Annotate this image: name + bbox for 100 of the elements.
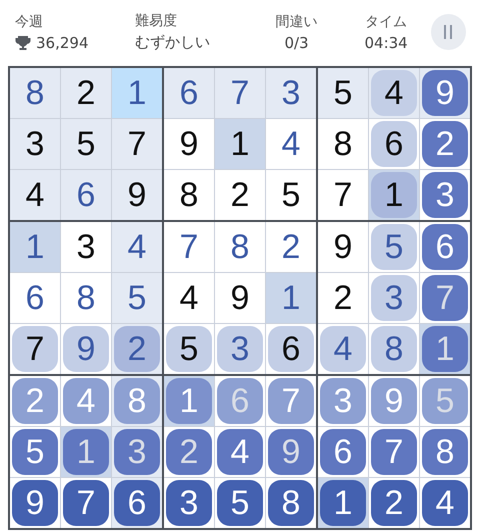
grid-cell[interactable]: 4 xyxy=(10,170,60,220)
grid-cell[interactable]: 4 xyxy=(112,222,162,272)
grid-cell[interactable]: 9 xyxy=(318,222,368,272)
grid-cell[interactable]: 2 xyxy=(420,119,470,169)
cell-digit: 3 xyxy=(282,76,300,110)
pause-button[interactable] xyxy=(430,14,466,50)
grid-cell[interactable]: 1 xyxy=(112,68,162,118)
cell-digit: 2 xyxy=(180,435,198,469)
grid-cell[interactable]: 4 xyxy=(164,273,214,323)
grid-cell[interactable]: 7 xyxy=(10,324,60,374)
grid-cell[interactable]: 5 xyxy=(369,222,419,272)
cell-digit: 7 xyxy=(230,76,250,110)
cell-digit: 8 xyxy=(76,281,96,315)
grid-cell[interactable]: 3 xyxy=(164,478,214,528)
cell-digit: 8 xyxy=(334,127,352,161)
grid-cell[interactable]: 6 xyxy=(164,68,214,118)
grid-cell[interactable]: 2 xyxy=(318,273,368,323)
cell-digit: 4 xyxy=(180,281,198,315)
grid-cell[interactable]: 9 xyxy=(266,427,316,477)
grid-cell[interactable]: 6 xyxy=(266,324,316,374)
grid-cell[interactable]: 1 xyxy=(318,478,368,528)
grid-cell[interactable]: 4 xyxy=(318,324,368,374)
grid-cell[interactable]: 2 xyxy=(61,68,111,118)
grid-cell[interactable]: 5 xyxy=(164,324,214,374)
grid-cell[interactable]: 6 xyxy=(318,427,368,477)
grid-cell[interactable]: 6 xyxy=(61,170,111,220)
grid-cell[interactable]: 9 xyxy=(420,68,470,118)
stat-value: 0/3 xyxy=(284,34,309,52)
cell-digit: 1 xyxy=(128,76,146,110)
grid-cell[interactable]: 6 xyxy=(420,222,470,272)
grid-cell[interactable]: 7 xyxy=(215,68,265,118)
grid-cell[interactable]: 9 xyxy=(61,324,111,374)
grid-cell[interactable]: 1 xyxy=(10,222,60,272)
grid-cell[interactable]: 3 xyxy=(266,68,316,118)
cell-digit: 7 xyxy=(436,281,454,315)
grid-cell[interactable]: 5 xyxy=(266,170,316,220)
cell-digit: 9 xyxy=(26,486,44,520)
grid-cell[interactable]: 1 xyxy=(266,273,316,323)
cell-digit: 3 xyxy=(26,127,44,161)
cell-digit: 2 xyxy=(436,127,454,161)
cell-digit: 3 xyxy=(384,281,404,315)
cell-digit: 1 xyxy=(180,384,198,418)
grid-cell[interactable]: 3 xyxy=(215,324,265,374)
grid-cell[interactable]: 5 xyxy=(10,427,60,477)
grid-cell[interactable]: 4 xyxy=(369,68,419,118)
cell-digit: 2 xyxy=(384,486,404,520)
grid-cell[interactable]: 4 xyxy=(420,478,470,528)
grid-cell[interactable]: 9 xyxy=(164,119,214,169)
grid-cell[interactable]: 7 xyxy=(61,478,111,528)
grid-cell[interactable]: 8 xyxy=(215,222,265,272)
grid-cell[interactable]: 8 xyxy=(61,273,111,323)
grid-cell[interactable]: 2 xyxy=(369,478,419,528)
cell-digit: 9 xyxy=(436,76,454,110)
grid-cell[interactable]: 9 xyxy=(215,273,265,323)
grid-cell[interactable]: 7 xyxy=(164,222,214,272)
grid-cell[interactable]: 8 xyxy=(10,68,60,118)
grid-cell[interactable]: 8 xyxy=(164,170,214,220)
cell-digit: 1 xyxy=(384,178,404,212)
cell-digit: 9 xyxy=(128,178,146,212)
cell-digit: 5 xyxy=(384,230,404,264)
grid-cell[interactable]: 6 xyxy=(10,273,60,323)
grid-cell[interactable]: 3 xyxy=(420,170,470,220)
grid-cell[interactable]: 8 xyxy=(369,324,419,374)
grid-cell[interactable]: 3 xyxy=(10,119,60,169)
grid-cell[interactable]: 6 xyxy=(369,119,419,169)
grid-cell[interactable]: 3 xyxy=(112,427,162,477)
grid-cell[interactable]: 2 xyxy=(112,324,162,374)
cell-digit: 2 xyxy=(230,178,250,212)
cell-digit: 9 xyxy=(334,230,352,264)
grid-cell[interactable]: 7 xyxy=(318,170,368,220)
grid-cell[interactable]: 2 xyxy=(266,222,316,272)
grid-cell[interactable]: 2 xyxy=(164,427,214,477)
grid-cell[interactable]: 4 xyxy=(266,119,316,169)
grid-cell[interactable]: 3 xyxy=(369,273,419,323)
cell-digit: 8 xyxy=(282,486,300,520)
grid-cell[interactable]: 2 xyxy=(215,170,265,220)
grid-cell[interactable]: 7 xyxy=(112,119,162,169)
grid-cell[interactable]: 1 xyxy=(420,324,470,374)
grid-cell[interactable]: 5 xyxy=(112,273,162,323)
grid-cell[interactable]: 4 xyxy=(215,427,265,477)
grid-cell[interactable]: 9 xyxy=(10,478,60,528)
grid-cell[interactable]: 8 xyxy=(318,119,368,169)
grid-cell[interactable]: 3 xyxy=(61,222,111,272)
grid-cell[interactable]: 8 xyxy=(420,427,470,477)
grid-cell[interactable]: 9 xyxy=(112,170,162,220)
cell-digit: 4 xyxy=(282,127,300,161)
cell-digit: 3 xyxy=(334,384,352,418)
grid-cell[interactable]: 7 xyxy=(369,427,419,477)
grid-cell[interactable]: 5 xyxy=(318,68,368,118)
grid-cell[interactable]: 1 xyxy=(215,119,265,169)
grid-cell[interactable]: 6 xyxy=(112,478,162,528)
cell-digit: 5 xyxy=(282,178,300,212)
grid-cell[interactable]: 5 xyxy=(215,478,265,528)
grid-cell[interactable]: 5 xyxy=(61,119,111,169)
grid-cell[interactable]: 1 xyxy=(164,376,214,426)
grid-cell[interactable]: 1 xyxy=(61,427,111,477)
cell-digit: 4 xyxy=(384,76,404,110)
grid-cell[interactable]: 8 xyxy=(266,478,316,528)
grid-cell[interactable]: 7 xyxy=(420,273,470,323)
grid-cell[interactable]: 1 xyxy=(369,170,419,220)
